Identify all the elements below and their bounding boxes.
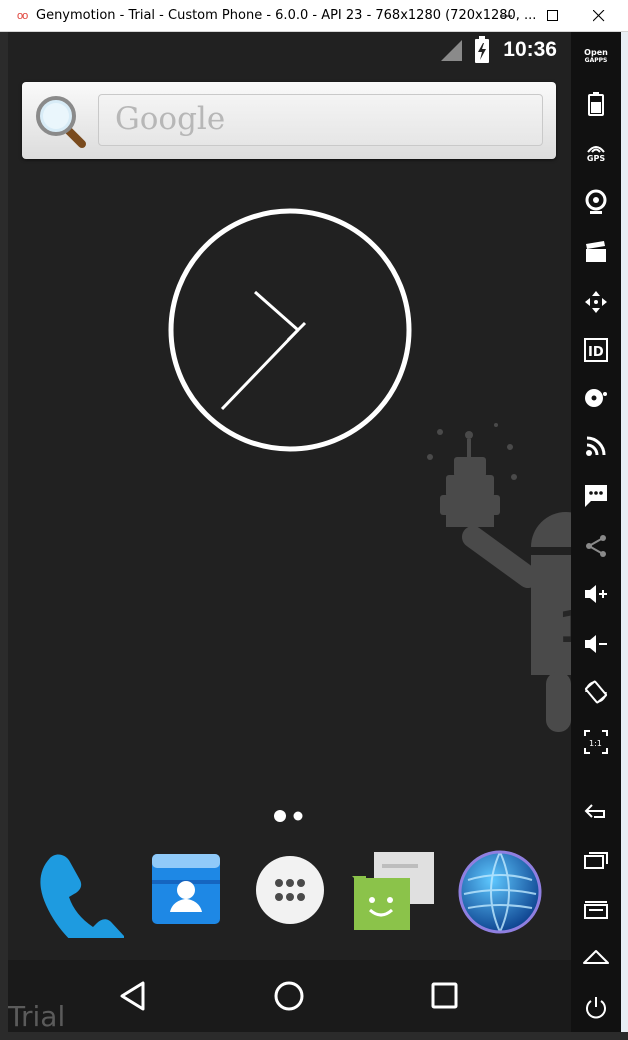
nav-home-button[interactable] xyxy=(254,960,324,1032)
dock-app-drawer[interactable] xyxy=(252,850,332,930)
battery-widget-button[interactable] xyxy=(571,84,621,124)
identifiers-label: ID xyxy=(588,345,604,360)
webcam-icon xyxy=(585,189,607,214)
identifiers-widget-button[interactable]: ID xyxy=(571,330,621,370)
dock-contacts[interactable] xyxy=(146,850,226,930)
screencast-widget-button[interactable] xyxy=(571,232,621,272)
background-window-edge-bottom xyxy=(0,1032,628,1040)
gps-label: GPS xyxy=(586,153,606,163)
pixel-perfect-button[interactable]: 1:1 xyxy=(571,722,621,762)
battery-charging-icon xyxy=(475,36,489,63)
rotate-icon xyxy=(585,680,607,704)
maximize-icon xyxy=(547,10,558,21)
disk-widget-button[interactable] xyxy=(571,378,621,418)
status-time: 10:36 xyxy=(503,38,557,61)
webcam-widget-button[interactable] xyxy=(571,182,621,222)
network-icon xyxy=(586,436,606,456)
genymotion-logo: oo xyxy=(17,10,28,22)
messenger-icon xyxy=(352,852,434,930)
back-icon xyxy=(584,804,605,818)
open-gapps-sublabel: GAPPS xyxy=(584,57,608,64)
signal-icon xyxy=(441,40,462,61)
background-window-edge-right xyxy=(621,32,628,1032)
clock-minute-hand xyxy=(254,290,299,332)
close-icon xyxy=(593,10,605,22)
clock-hour-hand xyxy=(220,328,300,411)
menu-icon xyxy=(584,901,608,919)
window-title: Genymotion - Trial - Custom Phone - 6.0.… xyxy=(36,8,537,23)
back-icon xyxy=(120,981,145,1011)
dock-phone[interactable] xyxy=(36,850,127,959)
rotate-button[interactable] xyxy=(571,672,621,712)
gps-icon xyxy=(587,145,605,153)
recents-icon xyxy=(431,982,458,1009)
trial-watermark: Trial xyxy=(8,1000,66,1032)
volume-down-icon xyxy=(585,635,607,653)
pixel-perfect-icon: 1:1 xyxy=(584,730,608,754)
google-search-widget[interactable]: Google xyxy=(22,82,556,159)
screencast-icon xyxy=(586,241,606,262)
minimize-button[interactable] xyxy=(484,0,530,32)
minimize-icon xyxy=(501,15,512,17)
disk-icon xyxy=(585,389,607,407)
identifiers-icon: ID xyxy=(584,338,608,362)
share-icon xyxy=(586,535,606,557)
sms-icon xyxy=(585,485,607,507)
svg-text:1: 1 xyxy=(558,602,571,653)
close-button[interactable] xyxy=(576,0,622,32)
nav-recents-button[interactable] xyxy=(410,960,480,1032)
recents-icon xyxy=(584,852,608,869)
clock-hand-cross xyxy=(286,321,307,342)
volume-up-button[interactable] xyxy=(571,574,621,614)
remote-control-icon xyxy=(585,291,607,313)
toolbar-home-button[interactable] xyxy=(571,938,621,978)
network-widget-button[interactable] xyxy=(571,426,621,466)
remote-control-widget-button[interactable] xyxy=(571,282,621,322)
contacts-icon xyxy=(152,854,220,924)
home-icon xyxy=(274,981,304,1011)
android-screen[interactable]: 10:36 Google 1 xyxy=(8,32,571,1032)
genymotion-toolbar: Open GAPPS GPS ID 1:1 xyxy=(571,32,621,1032)
volume-down-button[interactable] xyxy=(571,624,621,664)
home-icon xyxy=(583,950,609,964)
app-drawer-icon xyxy=(256,856,324,924)
dock-browser[interactable] xyxy=(458,850,542,934)
power-icon xyxy=(586,997,606,1019)
background-window-edge xyxy=(0,32,8,1040)
gps-widget-button[interactable]: GPS xyxy=(571,132,621,172)
navigation-bar xyxy=(8,960,571,1032)
magnifier-icon[interactable] xyxy=(34,94,86,148)
open-gapps-label: Open xyxy=(584,48,608,57)
share-widget-button[interactable] xyxy=(571,526,621,566)
page-indicator xyxy=(274,810,303,822)
battery-icon xyxy=(588,92,604,116)
toolbar-power-button[interactable] xyxy=(571,988,621,1028)
status-bar: 10:36 xyxy=(8,32,571,70)
toolbar-recents-button[interactable] xyxy=(571,840,621,880)
nav-back-button[interactable] xyxy=(98,960,168,1032)
google-search-input[interactable]: Google xyxy=(98,94,543,146)
globe-icon xyxy=(458,850,542,934)
dock-messenger[interactable] xyxy=(352,850,434,930)
toolbar-back-button[interactable] xyxy=(571,792,621,832)
sms-widget-button[interactable] xyxy=(571,476,621,516)
pixel-perfect-label: 1:1 xyxy=(589,739,602,748)
maximize-button[interactable] xyxy=(530,0,576,32)
phone-icon xyxy=(40,854,127,959)
volume-up-icon xyxy=(585,585,607,603)
open-gapps-button[interactable]: Open GAPPS xyxy=(571,36,621,76)
window-title-bar: oo Genymotion - Trial - Custom Phone - 6… xyxy=(0,0,628,32)
android-birthday-wallpaper: 1 xyxy=(427,423,571,732)
analog-clock-widget[interactable] xyxy=(166,206,414,454)
toolbar-menu-button[interactable] xyxy=(571,890,621,930)
